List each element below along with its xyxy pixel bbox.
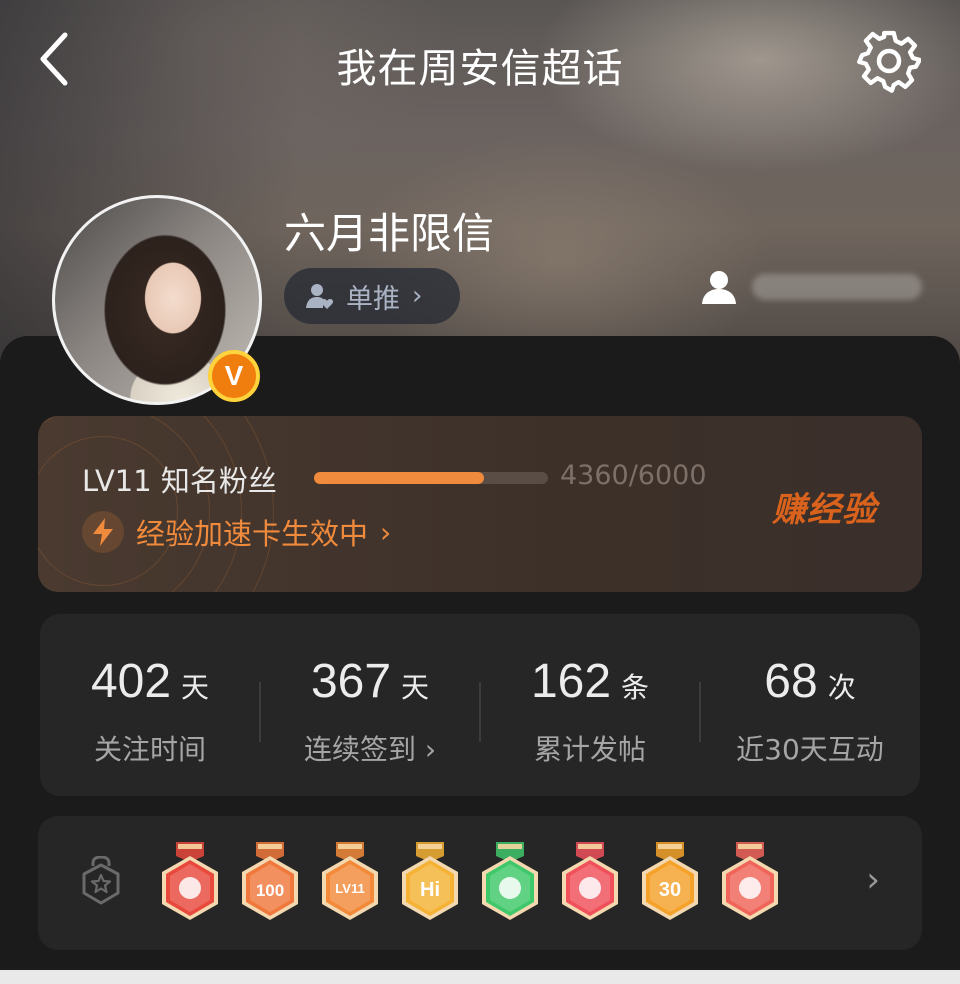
bottom-edge xyxy=(0,970,960,984)
exp-progress-text: 4360/6000 xyxy=(560,460,707,491)
stat-value: 402 xyxy=(90,655,172,708)
medal-icon xyxy=(482,842,538,920)
badge-text: Hi xyxy=(420,879,440,901)
username: 六月非限信 xyxy=(284,209,495,258)
stat-value: 68 xyxy=(764,655,818,708)
avatar-wrap[interactable]: V xyxy=(52,195,262,405)
stat-interactions: 68 次 近30天互动 xyxy=(700,614,920,796)
stat-checkin[interactable]: 367 天 连续签到 › xyxy=(260,614,480,796)
badges-card[interactable]: 100 LV11 Hi 30 › xyxy=(38,816,922,950)
stat-label: 近30天互动 xyxy=(736,733,884,766)
stat-label[interactable]: 连续签到 › xyxy=(260,728,480,768)
stat-label: 关注时间 xyxy=(93,733,206,766)
person-icon xyxy=(702,271,736,304)
stat-unit: 天 xyxy=(401,671,430,704)
rock-hand-badge[interactable] xyxy=(718,842,782,926)
earn-exp-button[interactable]: 赚经验 xyxy=(772,482,877,531)
stat-label: 累计发帖 xyxy=(533,733,646,766)
exp-progress-bar xyxy=(314,472,548,484)
hand-badge[interactable] xyxy=(478,842,542,926)
gear-icon xyxy=(857,30,921,93)
top-bar: 我在周安信超话 xyxy=(0,0,960,124)
stat-value: 367 xyxy=(310,655,392,708)
badge-lock-icon xyxy=(82,856,120,905)
badge-text: LV11 xyxy=(335,881,364,896)
boost-card-link[interactable]: 经验加速卡生效中 › xyxy=(82,511,392,553)
trophy-badge[interactable] xyxy=(558,842,622,926)
chevron-right-icon[interactable]: › xyxy=(866,860,880,900)
badge-text: 30 xyxy=(659,879,681,901)
stat-value: 162 xyxy=(530,655,612,708)
100-days-badge[interactable]: 100 xyxy=(238,842,302,926)
page-title: 我在周安信超话 xyxy=(336,46,624,92)
chevron-right-icon: › xyxy=(412,281,423,311)
stat-follow-time: 402 天 关注时间 xyxy=(40,614,260,796)
stat-posts: 162 条 累计发帖 xyxy=(480,614,700,796)
level-text: LV11 知名粉丝 xyxy=(82,464,277,498)
stat-unit: 天 xyxy=(181,671,210,704)
person-heart-icon xyxy=(306,284,334,309)
mascot-badge[interactable] xyxy=(158,842,222,926)
medal-icon xyxy=(722,842,778,920)
medal-icon: Hi xyxy=(402,842,458,920)
blurred-text xyxy=(752,274,922,300)
medal-icon: LV11 xyxy=(322,842,378,920)
medal-icon xyxy=(562,842,618,920)
verified-badge: V xyxy=(208,350,260,402)
level-card[interactable]: LV11 知名粉丝 4360/6000 经验加速卡生效中 › 赚经验 xyxy=(38,416,922,592)
lightning-icon xyxy=(82,511,124,553)
stat-unit: 条 xyxy=(621,671,650,704)
30-days-badge[interactable]: 30 xyxy=(638,842,702,926)
stat-unit: 次 xyxy=(827,671,856,704)
boost-text: 经验加速卡生效中 xyxy=(136,517,369,551)
exp-progress-fill xyxy=(314,472,485,484)
chevron-right-icon: › xyxy=(380,515,392,549)
hi-badge[interactable]: Hi xyxy=(398,842,462,926)
medal-icon: 100 xyxy=(242,842,298,920)
settings-button[interactable] xyxy=(854,26,924,96)
side-user-info[interactable] xyxy=(700,262,930,312)
badge-text: 100 xyxy=(256,881,284,900)
tag-label: 单推 xyxy=(346,283,400,315)
tag-button[interactable]: 单推 › xyxy=(284,268,460,324)
stats-card: 402 天 关注时间 367 天 连续签到 › 162 条 累计发帖 68 次 近30天… xyxy=(40,614,920,796)
medal-icon xyxy=(162,842,218,920)
lv11-badge[interactable]: LV11 xyxy=(318,842,382,926)
medal-icon: 30 xyxy=(642,842,698,920)
